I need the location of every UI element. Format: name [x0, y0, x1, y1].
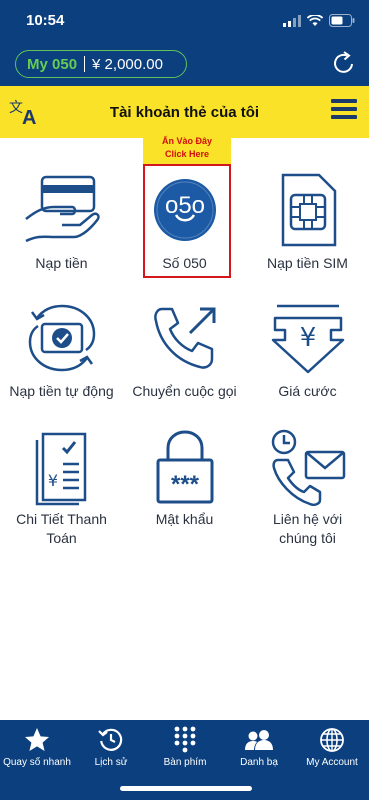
tile-call-forward[interactable]: Chuyển cuộc gọi	[123, 294, 246, 401]
tile-rates[interactable]: ¥ Giá cước	[246, 294, 369, 401]
tab-speed-dial[interactable]: Quay số nhanh	[0, 726, 74, 768]
status-bar: 10:54	[0, 0, 369, 42]
contact-icon	[271, 429, 345, 506]
plan-label: My 050	[27, 55, 78, 73]
menu-icon[interactable]	[331, 99, 357, 123]
tile-label: Nạp tiền SIM	[267, 255, 348, 271]
tile-contact-us[interactable]: Liên hệ với chúng tôi	[246, 422, 369, 548]
tile-top-up[interactable]: Nạp tiền	[0, 166, 123, 273]
sim-card-icon	[281, 173, 336, 247]
globe-icon	[320, 728, 344, 752]
tab-label: Lịch sử	[94, 757, 128, 768]
tab-label: Bàn phím	[163, 757, 207, 768]
page-title: Tài khoản thẻ của tôi	[109, 104, 260, 121]
tab-contacts[interactable]: Danh bạ	[222, 726, 296, 768]
star-icon	[25, 728, 49, 751]
tile-payment-details[interactable]: ¥ Chi Tiết Thanh Toán	[0, 422, 123, 548]
tab-label: Danh bạ	[240, 757, 278, 768]
tile-auto-top-up[interactable]: Nạp tiền tự động	[0, 294, 123, 401]
tab-label: My Account	[306, 757, 358, 768]
hint-line-1: Ấn Vào Đây	[161, 136, 212, 146]
tab-my-account[interactable]: My Account	[295, 726, 369, 768]
svg-text:¥: ¥	[299, 323, 316, 353]
tile-label: Liên hệ với chúng tôi	[272, 511, 343, 546]
tab-keypad[interactable]: Bàn phím	[148, 726, 222, 768]
tile-label: Mật khẩu	[155, 511, 214, 527]
tab-label: Quay số nhanh	[3, 757, 71, 768]
signal-icon	[283, 14, 301, 27]
home-indicator	[120, 786, 252, 791]
status-time: 10:54	[26, 12, 65, 29]
status-icons	[283, 14, 355, 27]
tile-label: Giá cước	[278, 383, 337, 399]
svg-text:***: ***	[170, 471, 199, 498]
wifi-icon	[307, 14, 323, 26]
card-hand-icon	[24, 175, 100, 243]
call-forward-icon	[153, 307, 215, 369]
balance-value: ¥ 2,000.00	[92, 55, 163, 73]
password-lock-icon: ***	[156, 430, 213, 504]
highlight-frame	[143, 164, 231, 278]
hint-line-2: Click Here	[164, 149, 210, 159]
refresh-icon[interactable]	[331, 50, 357, 76]
tile-label: Chi Tiết Thanh Toán	[16, 511, 107, 546]
battery-icon	[329, 14, 355, 27]
auto-recharge-icon	[28, 304, 95, 372]
contacts-icon	[245, 730, 273, 750]
tab-history[interactable]: Lịch sử	[74, 726, 148, 768]
click-here-hint: Ấn Vào Đây Click Here	[143, 131, 231, 164]
keypad-icon	[174, 726, 196, 753]
tile-password[interactable]: *** Mật khẩu	[123, 422, 246, 529]
tile-label: Nạp tiền	[35, 255, 88, 271]
tile-sim-top-up[interactable]: Nạp tiền SIM	[246, 166, 369, 273]
tile-label: Nạp tiền tự động	[9, 383, 114, 399]
invoice-icon: ¥	[35, 432, 86, 506]
tile-label: Chuyển cuộc gọi	[132, 383, 237, 399]
pill-divider	[84, 56, 86, 72]
yen-price-icon: ¥	[271, 304, 344, 374]
app-header: 10:54 My 050 ¥ 2,000.00	[0, 0, 369, 86]
svg-text:¥: ¥	[47, 471, 57, 490]
history-icon	[98, 728, 123, 751]
balance-pill[interactable]: My 050 ¥ 2,000.00	[15, 50, 187, 78]
